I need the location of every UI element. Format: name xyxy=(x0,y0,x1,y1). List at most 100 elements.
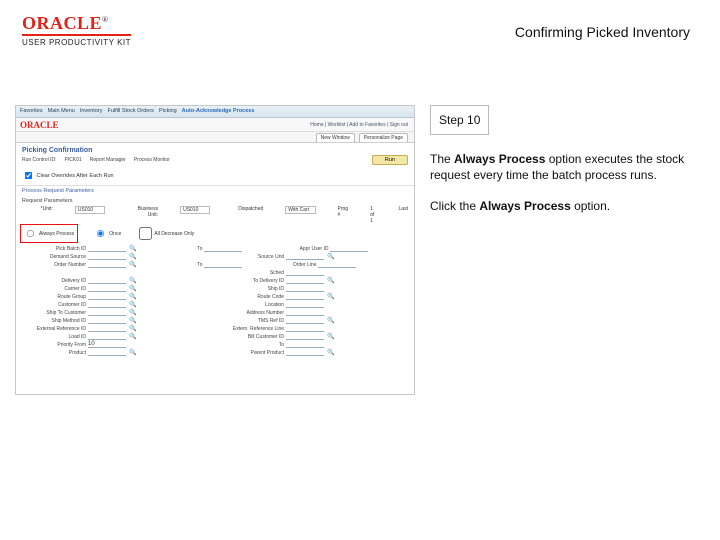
run-control-row: Run Control ID: PICK01 Report Manager Pr… xyxy=(16,155,414,168)
prog-value: 1 of 1 xyxy=(370,206,376,224)
field-label: Bill Customer ID xyxy=(220,334,284,340)
menu-item[interactable]: Picking xyxy=(159,108,177,115)
field-input[interactable] xyxy=(88,285,126,292)
field-input[interactable] xyxy=(330,245,368,252)
lookup-icon[interactable]: 🔍 xyxy=(327,317,334,324)
app-links[interactable]: Home | Worklist | Add to Favorites | Sig… xyxy=(310,122,414,128)
field-label: Priority From xyxy=(22,342,86,348)
field-input[interactable]: 10 xyxy=(88,341,126,348)
app-menubar[interactable]: Favorites Main Menu Inventory Fulfill St… xyxy=(16,106,414,118)
field-input[interactable] xyxy=(286,293,324,300)
field-input[interactable] xyxy=(88,277,126,284)
menu-item[interactable]: Fulfill Stock Orders xyxy=(107,108,153,115)
lookup-icon[interactable]: 🔍 xyxy=(129,333,136,340)
field-label: To xyxy=(370,246,415,252)
field-input[interactable] xyxy=(88,245,126,252)
report-manager-link[interactable]: Report Manager xyxy=(90,157,126,163)
field-input[interactable] xyxy=(204,245,242,252)
lookup-icon[interactable]: 🔍 xyxy=(327,253,334,260)
field-input[interactable] xyxy=(286,301,324,308)
field-label: Order Number xyxy=(22,262,86,268)
brand-block: ORACLE® USER PRODUCTIVITY KIT xyxy=(22,14,131,47)
field-input[interactable] xyxy=(286,269,324,276)
always-process-option[interactable]: Always Process xyxy=(22,226,76,241)
bu-value[interactable]: US010 xyxy=(180,206,210,214)
field-label: Sched xyxy=(220,270,284,276)
lookup-icon[interactable]: 🔍 xyxy=(129,293,136,300)
field-label: To Delivery ID xyxy=(220,278,284,284)
field-input[interactable] xyxy=(204,261,242,268)
field-input[interactable] xyxy=(286,253,324,260)
dispatch-value[interactable]: With Cart xyxy=(285,206,315,214)
lookup-icon[interactable]: 🔍 xyxy=(129,301,136,308)
field-input[interactable] xyxy=(286,325,324,332)
field-input[interactable] xyxy=(286,317,324,324)
lookup-icon[interactable]: 🔍 xyxy=(129,277,136,284)
prog-label: Prog # xyxy=(338,206,349,224)
unit-value[interactable]: US010 xyxy=(75,206,105,214)
brand-text: ORACLE xyxy=(22,13,102,33)
menu-item[interactable]: Auto-Acknowledge Process xyxy=(182,108,255,115)
all-decrease-option[interactable]: All Decrease Only xyxy=(139,227,194,240)
menu-item[interactable]: Main Menu xyxy=(48,108,75,115)
lookup-icon[interactable]: 🔍 xyxy=(129,309,136,316)
all-decrease-check[interactable] xyxy=(139,227,152,240)
page-title: Confirming Picked Inventory xyxy=(515,24,690,40)
txt-bold: Always Process xyxy=(479,199,570,213)
field-input[interactable] xyxy=(286,341,324,348)
field-input[interactable] xyxy=(286,349,324,356)
field-input[interactable] xyxy=(286,285,324,292)
tab-personalize[interactable]: Personalize Page xyxy=(359,133,408,142)
process-flags-row: Always Process Once All Decrease Only xyxy=(16,224,414,243)
field-input[interactable] xyxy=(88,325,126,332)
lookup-icon[interactable]: 🔍 xyxy=(129,349,136,356)
instruction-action: Click the Always Process option. xyxy=(430,198,695,214)
unit-row: *Unit: US010 Business Unit: US010 Dispat… xyxy=(16,204,414,224)
field-input[interactable] xyxy=(88,293,126,300)
field-input[interactable] xyxy=(88,301,126,308)
lookup-icon[interactable]: 🔍 xyxy=(129,261,136,268)
lookup-icon[interactable]: 🔍 xyxy=(129,245,136,252)
field-input[interactable] xyxy=(88,261,126,268)
field-label: Load ID xyxy=(22,334,86,340)
once-radio[interactable] xyxy=(97,230,104,237)
lookup-icon[interactable]: 🔍 xyxy=(129,253,136,260)
lookup-icon[interactable]: 🔍 xyxy=(327,293,334,300)
once-option[interactable]: Once xyxy=(94,227,121,240)
field-label: Ship To Customer xyxy=(22,310,86,316)
field-label: Pick Batch ID xyxy=(22,246,86,252)
section-request-params: Request Parameters xyxy=(16,196,414,204)
lookup-icon[interactable]: 🔍 xyxy=(129,325,136,332)
field-input[interactable] xyxy=(88,253,126,260)
field-input[interactable] xyxy=(88,309,126,316)
field-input[interactable] xyxy=(88,333,126,340)
field-input[interactable] xyxy=(286,277,324,284)
run-control-label: Run Control ID: xyxy=(22,157,56,163)
field-label: Carrier ID xyxy=(22,286,86,292)
lookup-icon[interactable]: 🔍 xyxy=(327,333,334,340)
clear-overrides-row: Clear Overrides After Each Run xyxy=(16,168,414,183)
field-label: Appr User ID xyxy=(264,246,328,252)
last-link[interactable]: Last xyxy=(399,206,408,224)
field-label: To xyxy=(220,342,284,348)
oracle-logo: ORACLE® xyxy=(22,14,131,32)
process-monitor-link[interactable]: Process Monitor xyxy=(134,157,170,163)
lookup-icon[interactable]: 🔍 xyxy=(129,317,136,324)
run-button[interactable]: Run xyxy=(372,155,408,165)
always-process-radio[interactable] xyxy=(27,230,34,237)
field-input[interactable] xyxy=(286,309,324,316)
field-label: External Reference ID xyxy=(22,326,86,332)
clear-overrides-check[interactable] xyxy=(25,172,32,179)
field-input[interactable] xyxy=(318,261,356,268)
field-label: Location xyxy=(220,302,284,308)
lookup-icon[interactable]: 🔍 xyxy=(327,277,334,284)
field-input[interactable] xyxy=(286,333,324,340)
lookup-icon[interactable]: 🔍 xyxy=(129,285,136,292)
lookup-icon[interactable]: 🔍 xyxy=(327,349,334,356)
menu-item[interactable]: Favorites xyxy=(20,108,43,115)
all-decrease-label: All Decrease Only xyxy=(154,231,194,237)
tab-new-window[interactable]: New Window xyxy=(316,133,355,142)
field-input[interactable] xyxy=(88,349,126,356)
field-input[interactable] xyxy=(88,317,126,324)
menu-item[interactable]: Inventory xyxy=(80,108,103,115)
